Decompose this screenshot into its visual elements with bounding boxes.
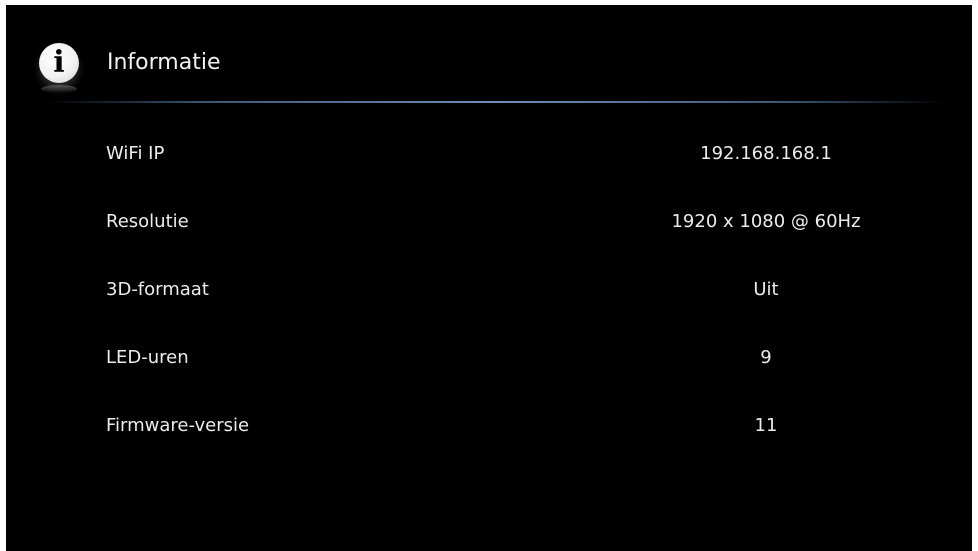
header-divider: [46, 101, 946, 103]
info-row-led-hours: LED-uren 9: [6, 331, 972, 399]
page-title: Informatie: [107, 50, 221, 75]
resolution-value: 1920 x 1080 @ 60Hz: [671, 211, 861, 232]
information-screen: i Informatie WiFi IP 192.168.168.1 Resol…: [6, 5, 972, 551]
wifi-ip-value: 192.168.168.1: [700, 143, 832, 164]
info-row-firmware-version: Firmware-versie 11: [6, 399, 972, 467]
info-row-3d-format: 3D-formaat Uit: [6, 263, 972, 331]
info-row-resolution: Resolutie 1920 x 1080 @ 60Hz: [6, 195, 972, 263]
firmware-version-value: 11: [754, 415, 778, 436]
resolution-label: Resolutie: [106, 211, 189, 232]
3d-format-label: 3D-formaat: [106, 279, 209, 300]
led-hours-label: LED-uren: [106, 347, 189, 368]
3d-format-value: Uit: [753, 279, 779, 300]
info-icon-glyph: i: [53, 45, 65, 80]
wifi-ip-label: WiFi IP: [106, 143, 165, 164]
info-list: WiFi IP 192.168.168.1 Resolutie 1920 x 1…: [6, 127, 972, 467]
firmware-version-label: Firmware-versie: [106, 415, 250, 436]
info-icon-reflection: [41, 85, 77, 93]
info-icon: i: [39, 43, 79, 93]
header: i Informatie: [6, 5, 972, 105]
info-row-wifi-ip: WiFi IP 192.168.168.1: [6, 127, 972, 195]
led-hours-value: 9: [760, 347, 772, 368]
